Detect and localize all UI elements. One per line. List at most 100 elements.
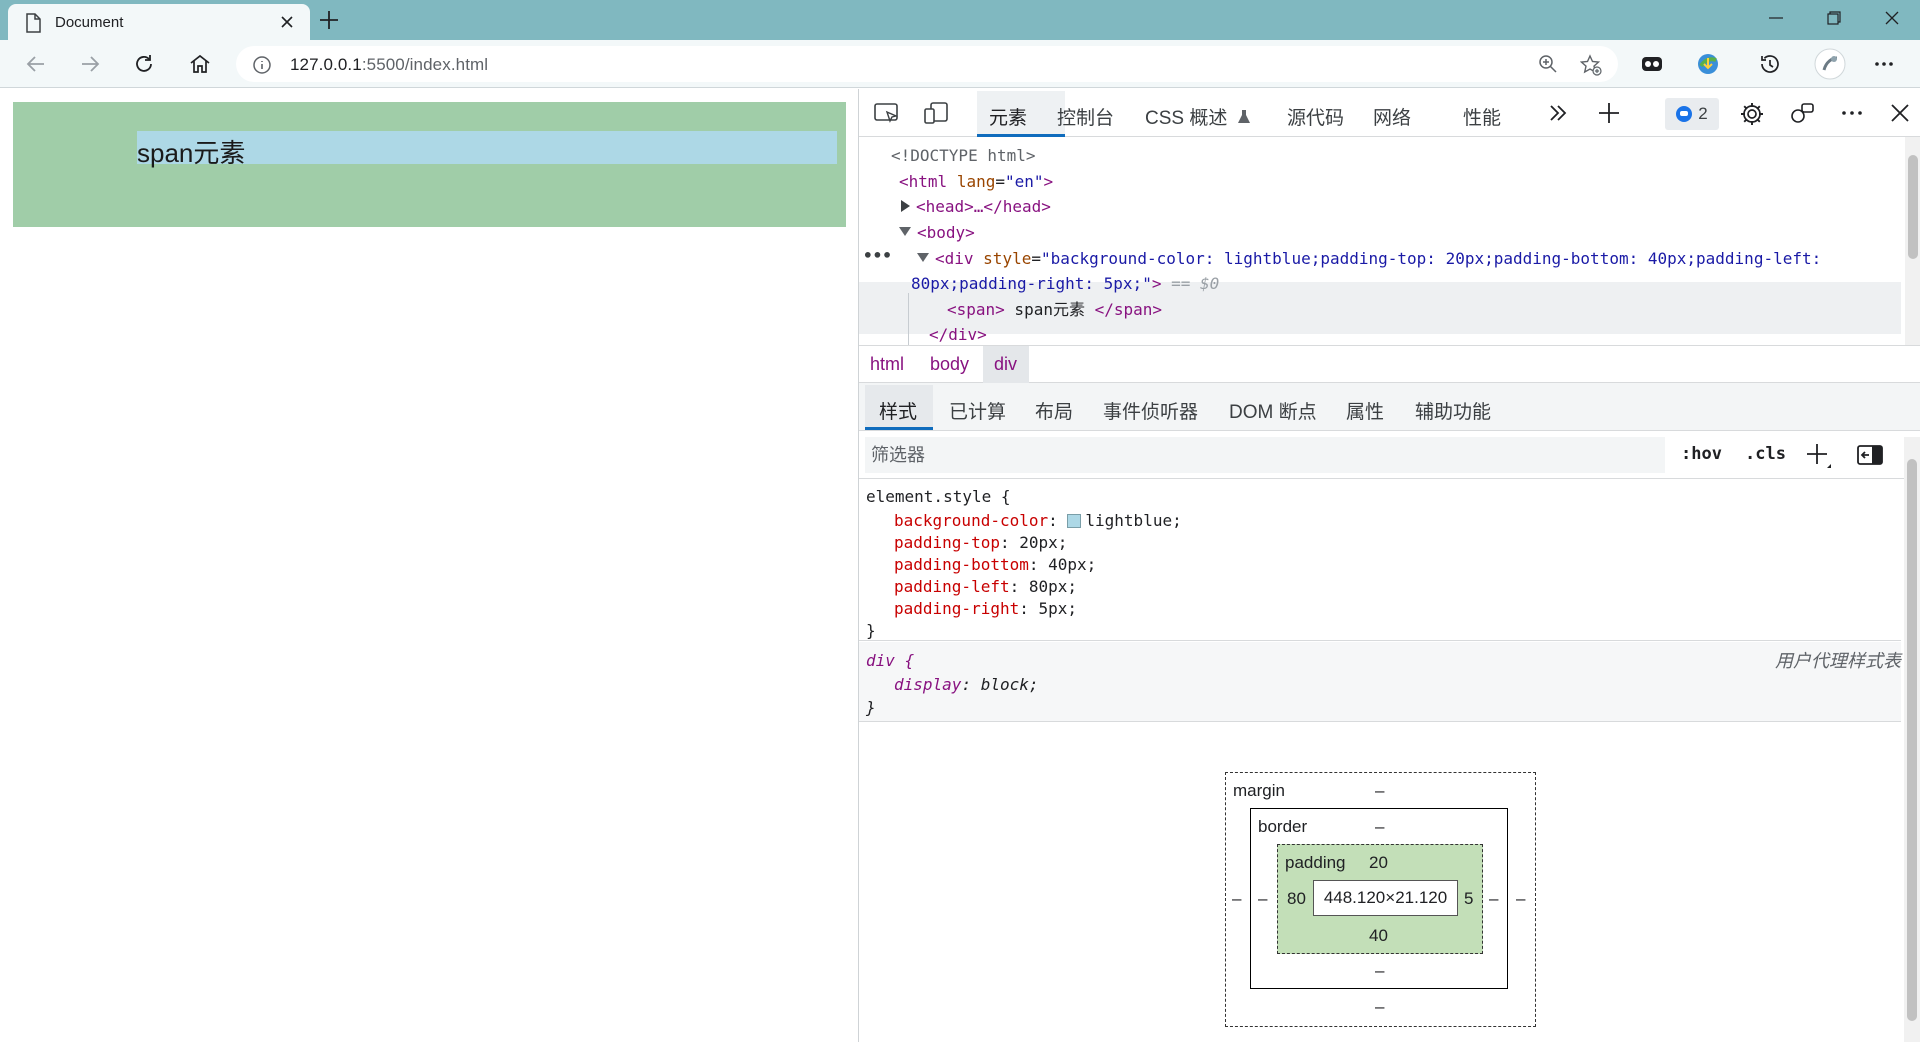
margin-bottom-value[interactable]: – bbox=[1375, 997, 1384, 1017]
address-bar[interactable]: 127.0.0.1:5500/index.html bbox=[236, 46, 1618, 82]
minimize-icon[interactable] bbox=[1768, 10, 1784, 26]
add-favorite-icon[interactable] bbox=[1580, 54, 1602, 76]
styles-filter-input[interactable] bbox=[865, 437, 1665, 473]
style-prop-padding-right[interactable]: padding-right: 5px; bbox=[894, 599, 1077, 618]
issues-badge[interactable]: 2 bbox=[1665, 98, 1719, 130]
padding-bottom-value[interactable]: 40 bbox=[1369, 926, 1388, 946]
subtab-accessibility[interactable]: 辅助功能 bbox=[1415, 397, 1491, 424]
forward-icon[interactable] bbox=[78, 52, 102, 76]
element-style-close: } bbox=[866, 621, 876, 640]
padding-top-value[interactable]: 20 bbox=[1369, 853, 1388, 873]
page-viewport: span元素 bbox=[0, 89, 858, 1042]
hov-button[interactable]: :hov bbox=[1681, 444, 1722, 464]
history-icon[interactable] bbox=[1758, 52, 1782, 76]
border-right-value[interactable]: – bbox=[1489, 889, 1498, 909]
subtab-properties[interactable]: 属性 bbox=[1346, 397, 1384, 424]
ua-prop-display[interactable]: display: block; bbox=[894, 675, 1039, 694]
tab-elements[interactable]: 元素 bbox=[989, 103, 1027, 130]
toggle-computed-sidebar-icon[interactable] bbox=[1857, 444, 1883, 466]
close-window-icon[interactable] bbox=[1884, 10, 1900, 26]
border-bottom-value[interactable]: – bbox=[1375, 961, 1384, 981]
dom-html-node[interactable]: <html lang="en"> bbox=[899, 169, 1053, 195]
style-prop-padding-left[interactable]: padding-left: 80px; bbox=[894, 577, 1077, 596]
dom-span-node[interactable]: <span> span元素 </span> bbox=[947, 297, 1162, 323]
add-tool-icon[interactable] bbox=[1597, 101, 1621, 125]
padding-left-value[interactable]: 80 bbox=[1287, 889, 1306, 909]
margin-left-value[interactable]: – bbox=[1232, 889, 1241, 909]
refresh-icon[interactable] bbox=[132, 52, 156, 76]
issues-count: 2 bbox=[1698, 104, 1708, 123]
margin-top-value[interactable]: – bbox=[1375, 781, 1384, 801]
subtab-computed[interactable]: 已计算 bbox=[949, 397, 1006, 424]
padding-right-value[interactable]: 5 bbox=[1464, 889, 1473, 909]
element-style-rule: element.style { background-color: lightb… bbox=[859, 479, 1901, 641]
padding-label: padding bbox=[1285, 853, 1346, 872]
dom-scrollbar-thumb[interactable] bbox=[1908, 155, 1918, 259]
subtab-event-listeners[interactable]: 事件侦听器 bbox=[1103, 397, 1198, 424]
home-icon[interactable] bbox=[188, 52, 212, 76]
browser-tab[interactable]: Document bbox=[8, 4, 310, 40]
subtab-styles[interactable]: 样式 bbox=[879, 397, 917, 424]
extension-icon[interactable] bbox=[1640, 52, 1664, 76]
collapse-triangle-icon[interactable] bbox=[899, 227, 911, 236]
close-tab-icon[interactable] bbox=[280, 15, 294, 29]
dom-body-node[interactable]: <body> bbox=[899, 220, 975, 246]
dom-head-node[interactable]: <head>…</head> bbox=[901, 194, 1051, 220]
dom-tree: <!DOCTYPE html> <html lang="en"> <head>…… bbox=[859, 137, 1920, 348]
tab-title: Document bbox=[55, 14, 124, 31]
more-tabs-icon[interactable] bbox=[1547, 102, 1569, 124]
style-prop-padding-top[interactable]: padding-top: 20px; bbox=[894, 533, 1067, 552]
breadcrumb-body[interactable]: body bbox=[930, 354, 969, 375]
back-icon[interactable] bbox=[24, 52, 48, 76]
cls-button[interactable]: .cls bbox=[1745, 444, 1786, 464]
ua-close: } bbox=[866, 698, 876, 717]
subtab-layout[interactable]: 布局 bbox=[1035, 397, 1073, 424]
feedback-icon[interactable] bbox=[1789, 101, 1815, 127]
ua-selector[interactable]: div { bbox=[866, 651, 914, 670]
border-top-value[interactable]: – bbox=[1375, 817, 1384, 837]
new-style-rule-icon[interactable] bbox=[1805, 442, 1833, 470]
device-emulation-icon[interactable] bbox=[923, 101, 951, 125]
border-left-value[interactable]: – bbox=[1258, 889, 1267, 909]
color-swatch[interactable] bbox=[1067, 514, 1082, 528]
style-prop-background-color[interactable]: background-color: lightblue; bbox=[894, 511, 1182, 530]
url-text[interactable]: 127.0.0.1:5500/index.html bbox=[290, 55, 488, 75]
inspect-element-icon[interactable] bbox=[873, 101, 901, 125]
profile-avatar-icon[interactable] bbox=[1814, 48, 1846, 80]
restore-icon[interactable] bbox=[1826, 10, 1842, 26]
style-prop-padding-bottom[interactable]: padding-bottom: 40px; bbox=[894, 555, 1096, 574]
expand-triangle-icon[interactable] bbox=[901, 200, 910, 212]
styles-scrollbar-thumb[interactable] bbox=[1907, 459, 1917, 1021]
margin-right-value[interactable]: – bbox=[1516, 889, 1525, 909]
settings-gear-icon[interactable] bbox=[1739, 101, 1765, 127]
element-style-selector[interactable]: element.style { bbox=[866, 487, 1011, 506]
collapse-triangle-icon[interactable] bbox=[917, 253, 929, 262]
tab-console[interactable]: 控制台 bbox=[1057, 103, 1114, 130]
zoom-icon[interactable] bbox=[1538, 54, 1558, 74]
tab-performance[interactable]: 性能 bbox=[1463, 103, 1501, 130]
tab-network[interactable]: 网络 bbox=[1373, 103, 1411, 130]
subtab-dom-breakpoints[interactable]: DOM 断点 bbox=[1229, 397, 1317, 424]
site-info-icon[interactable] bbox=[252, 55, 272, 75]
close-devtools-icon[interactable] bbox=[1889, 102, 1911, 124]
demo-span-text: span元素 bbox=[137, 138, 246, 168]
node-actions-ellipsis[interactable]: ••• bbox=[863, 243, 892, 269]
tab-sources[interactable]: 源代码 bbox=[1287, 103, 1344, 130]
breadcrumb-html[interactable]: html bbox=[870, 354, 904, 375]
dom-div-node[interactable]: <div style="background-color: lightblue;… bbox=[917, 246, 1821, 272]
dom-div-node-cont[interactable]: 80px;padding-right: 5px;"> == $0 bbox=[911, 271, 1219, 297]
box-model-content[interactable]: 448.120×21.120 bbox=[1313, 880, 1458, 916]
more-options-icon[interactable] bbox=[1872, 52, 1896, 76]
styles-scrollbar[interactable] bbox=[1904, 437, 1920, 1042]
margin-label: margin bbox=[1233, 781, 1285, 800]
dom-scrollbar[interactable] bbox=[1905, 137, 1920, 345]
dom-div-close[interactable]: </div> bbox=[929, 322, 987, 348]
new-tab-icon[interactable] bbox=[318, 9, 340, 31]
customize-menu-icon[interactable] bbox=[1839, 101, 1865, 125]
styles-subtabs: 样式 已计算 布局 事件侦听器 DOM 断点 属性 辅助功能 bbox=[859, 383, 1920, 431]
dom-doctype[interactable]: <!DOCTYPE html> bbox=[891, 143, 1036, 169]
download-manager-icon[interactable] bbox=[1696, 52, 1720, 76]
breadcrumb-div[interactable]: div bbox=[994, 354, 1017, 375]
border-label: border bbox=[1258, 817, 1308, 836]
tab-css-overview[interactable]: CSS 概述 bbox=[1145, 103, 1251, 130]
